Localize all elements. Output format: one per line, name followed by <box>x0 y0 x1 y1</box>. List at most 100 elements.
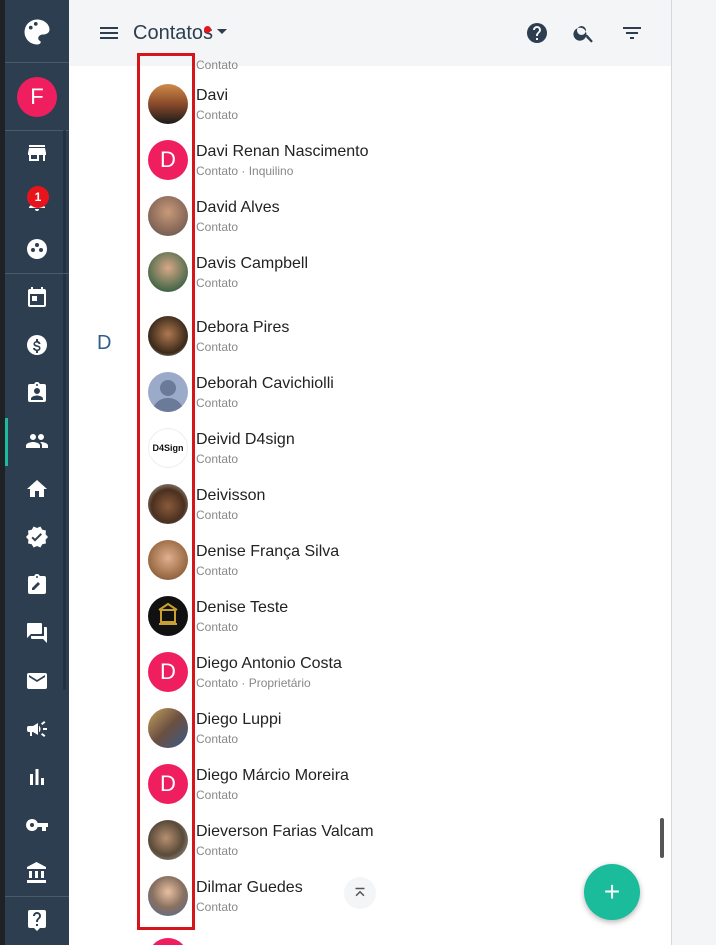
contact-subtitle: Contato <box>196 340 239 354</box>
sidebar-divider <box>5 896 69 897</box>
sidebar: F 1 <box>5 0 69 945</box>
contact-subtitle: Contato <box>196 58 239 72</box>
unread-dot <box>204 26 211 33</box>
list-item[interactable]: Davi Contato <box>69 76 659 132</box>
contact-subtitle: Contato <box>196 620 239 634</box>
contact-subtitle: Contato <box>196 564 239 578</box>
list-item[interactable]: D Davi Renan Nascimento Contato · Inquil… <box>69 132 659 188</box>
home-icon[interactable] <box>5 469 69 509</box>
avatar <box>148 540 188 580</box>
building-logo-icon <box>158 602 178 625</box>
list-item[interactable]: D Diego Márcio Moreira Contato <box>69 756 659 812</box>
contact-name: Denise França Silva <box>196 543 340 560</box>
avatar <box>148 316 188 356</box>
avatar: D <box>148 140 188 180</box>
list-item[interactable]: Dieverson Farias Valcam Contato <box>69 812 659 868</box>
page-title[interactable]: Contatos <box>133 22 213 45</box>
avatar <box>148 938 188 945</box>
list-item[interactable]: D4Sign Deivid D4sign Contato <box>69 420 659 476</box>
contact-subtitle: Contato <box>196 788 239 802</box>
verified-icon[interactable] <box>5 517 69 557</box>
contact-subtitle: Contato <box>196 844 239 858</box>
main-content: Contatos Contato D Davi Contato D Davi R… <box>69 0 671 945</box>
contact-name: Davi Renan Nascimento <box>196 143 369 160</box>
logo-icon[interactable] <box>5 12 69 52</box>
chat-icon[interactable] <box>5 613 69 653</box>
help-icon[interactable] <box>5 900 69 940</box>
contact-name: Diego Márcio Moreira <box>196 767 349 784</box>
contact-name: Diego Antonio Costa <box>196 655 342 672</box>
list-item[interactable]: Davis Campbell Contato <box>69 244 659 300</box>
mail-icon[interactable] <box>5 661 69 701</box>
right-panel <box>671 0 716 945</box>
chart-icon[interactable] <box>5 757 69 797</box>
avatar: D <box>148 652 188 692</box>
default-avatar-icon <box>152 380 184 412</box>
contact-name: Deivid D4sign <box>196 431 295 448</box>
calendar-icon[interactable] <box>5 277 69 317</box>
contact-subtitle: Contato <box>196 732 239 746</box>
contact-subtitle: Contato <box>196 108 239 122</box>
user-avatar[interactable]: F <box>17 77 57 117</box>
avatar <box>148 708 188 748</box>
contact-name: Debora Pires <box>196 319 290 336</box>
d4sign-logo: D4Sign <box>152 443 184 453</box>
store-icon[interactable] <box>5 133 69 173</box>
contact-subtitle: Contato <box>196 396 239 410</box>
list-item[interactable]: David Alves Contato <box>69 188 659 244</box>
list-item[interactable]: Debora Pires Contato <box>69 308 659 364</box>
menu-icon[interactable] <box>97 21 121 45</box>
list-item[interactable]: Deborah Cavichiolli Contato <box>69 364 659 420</box>
scroll-top-icon <box>355 887 365 897</box>
search-icon[interactable] <box>572 21 596 45</box>
sidebar-divider <box>5 273 69 274</box>
clipboard-icon[interactable] <box>5 565 69 605</box>
sidebar-divider <box>5 62 69 63</box>
contact-subtitle: Contato <box>196 900 239 914</box>
contact-subtitle: Contato · Inquilino <box>196 164 294 178</box>
contact-name: Dieverson Farias Valcam <box>196 823 374 840</box>
dashboard-icon[interactable] <box>5 229 69 269</box>
badge-icon[interactable] <box>5 373 69 413</box>
list-item[interactable]: Diego Luppi Contato <box>69 700 659 756</box>
list-item[interactable]: Denise Teste Contato <box>69 588 659 644</box>
avatar <box>148 372 188 412</box>
money-icon[interactable] <box>5 325 69 365</box>
avatar <box>148 196 188 236</box>
contact-name: Davi <box>196 87 229 104</box>
contact-name: Diego Luppi <box>196 711 282 728</box>
contact-list: Contato D Davi Contato D Davi Renan Nasc… <box>69 53 671 945</box>
list-item[interactable]: Denise França Silva Contato <box>69 532 659 588</box>
contact-name: Deborah Cavichiolli <box>196 375 334 392</box>
avatar <box>148 820 188 860</box>
avatar <box>148 596 188 636</box>
notification-badge: 1 <box>27 186 49 208</box>
contact-name: Davis Campbell <box>196 255 309 272</box>
contact-subtitle: Contato <box>196 508 239 522</box>
add-contact-button[interactable]: + <box>584 864 640 920</box>
list-scrollbar[interactable] <box>660 818 664 858</box>
top-bar: Contatos <box>69 0 671 66</box>
bank-icon[interactable] <box>5 853 69 893</box>
chevron-down-icon[interactable] <box>217 29 227 34</box>
contact-name: Dilmar Guedes <box>196 879 303 896</box>
avatar: D4Sign <box>148 428 188 468</box>
contact-subtitle: Contato <box>196 220 239 234</box>
avatar: D <box>148 764 188 804</box>
contact-name: Deivisson <box>196 487 266 504</box>
contact-subtitle: Contato <box>196 452 239 466</box>
megaphone-icon[interactable] <box>5 709 69 749</box>
avatar <box>148 876 188 916</box>
avatar <box>148 252 188 292</box>
contact-subtitle: Contato <box>196 276 239 290</box>
filter-icon[interactable] <box>620 21 644 45</box>
scroll-to-top-button[interactable] <box>344 877 376 909</box>
help-icon[interactable] <box>525 21 549 45</box>
avatar <box>148 84 188 124</box>
list-item[interactable]: Deivisson Contato <box>69 476 659 532</box>
list-item[interactable]: D Diego Antonio Costa Contato · Propriet… <box>69 644 659 700</box>
avatar <box>148 484 188 524</box>
contacts-icon[interactable] <box>5 421 69 461</box>
key-icon[interactable] <box>5 805 69 845</box>
contact-name: Denise Teste <box>196 599 289 616</box>
